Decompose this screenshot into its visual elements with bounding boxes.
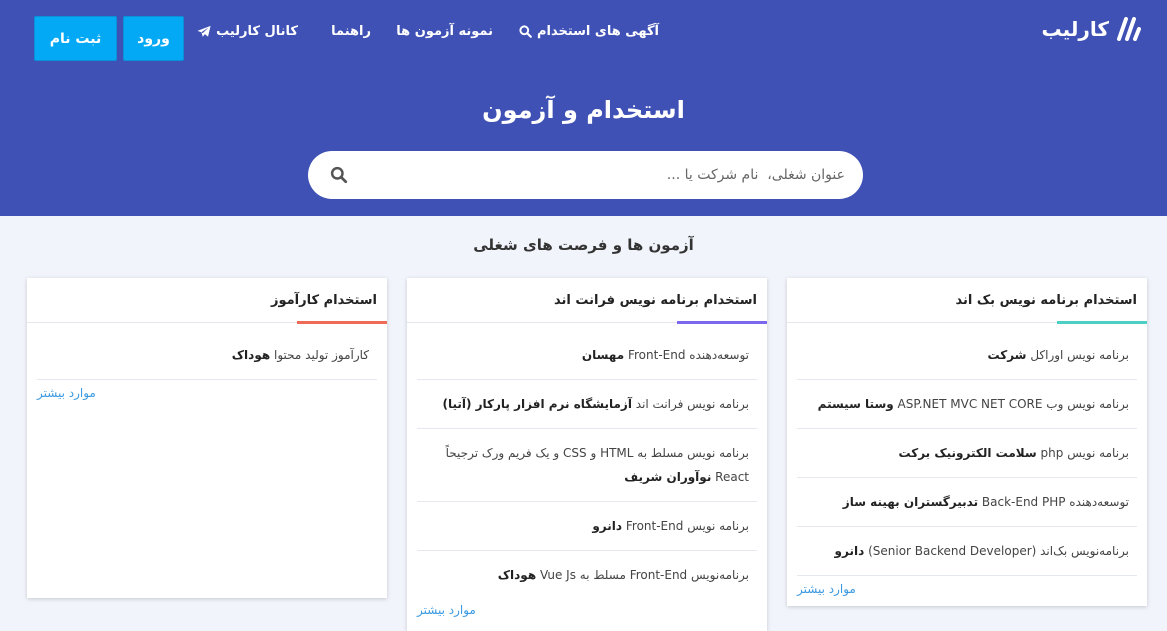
list-item[interactable]: توسعه‌دهنده Front-End مهسان bbox=[417, 331, 757, 380]
list-item[interactable]: برنامه نویس مسلط به HTML و CSS و یک فریم… bbox=[417, 429, 757, 502]
search-input[interactable] bbox=[375, 160, 845, 190]
section-title: آزمون ها و فرصت های شغلی bbox=[473, 236, 694, 254]
header-hero: کارلیب آگهی های استخدام نمونه آزمون ها ر… bbox=[0, 0, 1167, 216]
nav-job-ads[interactable]: آگهی های استخدام bbox=[519, 8, 659, 54]
job-role: برنامه نویس وب ASP.NET MVC NET CORE bbox=[897, 397, 1129, 411]
card-frontend-jobs: استخدام برنامه نویس فرانت اند توسعه‌دهند… bbox=[407, 278, 767, 631]
telegram-icon bbox=[197, 25, 211, 37]
job-company: آزمایشگاه نرم افزار پارکار (آتیا) bbox=[442, 397, 632, 411]
job-role: برنامه نویس Front-End bbox=[625, 519, 749, 533]
nav-guide[interactable]: راهنما bbox=[331, 8, 371, 54]
job-company: دانرو bbox=[592, 519, 623, 533]
card-footer: موارد بیشتر bbox=[407, 599, 767, 631]
nav-telegram-label: کانال کارلیب bbox=[216, 23, 298, 39]
login-button[interactable]: ورود bbox=[123, 16, 184, 61]
job-role: برنامه‌نویس Front-End مسلط به Vue Js bbox=[539, 568, 749, 582]
job-list: توسعه‌دهنده Front-End مهسان برنامه نویس … bbox=[407, 323, 767, 599]
card-title[interactable]: استخدام کارآموز bbox=[271, 293, 377, 308]
list-item[interactable]: برنامه نویس فرانت اند آزمایشگاه نرم افزا… bbox=[417, 380, 757, 429]
nav-job-ads-label: آگهی های استخدام bbox=[536, 23, 659, 39]
job-company: وستا سیستم bbox=[817, 397, 894, 411]
card-header: استخدام کارآموز bbox=[27, 278, 387, 324]
job-role: کارآموز تولید محتوا bbox=[274, 348, 369, 362]
card-accent-bar bbox=[1057, 321, 1147, 324]
job-role: توسعه‌دهنده Front-End bbox=[627, 348, 749, 362]
job-company: مهسان bbox=[581, 348, 625, 362]
nav-guide-label: راهنما bbox=[331, 23, 371, 39]
list-item[interactable]: برنامه‌نویس Front-End مسلط به Vue Js هود… bbox=[417, 551, 757, 599]
list-item[interactable]: کارآموز تولید محتوا هوداک bbox=[37, 331, 377, 380]
card-header: استخدام برنامه نویس بک اند bbox=[787, 278, 1147, 324]
job-role: توسعه‌دهنده Back-End PHP bbox=[981, 495, 1129, 509]
job-company: شرکت bbox=[987, 348, 1027, 362]
search-box bbox=[308, 151, 863, 199]
job-role: برنامه‌نویس بک‌اند (Senior Backend Devel… bbox=[868, 544, 1129, 558]
job-company: هوداک bbox=[231, 348, 271, 362]
job-company: هوداک bbox=[497, 568, 537, 582]
register-button[interactable]: ثبت نام bbox=[34, 16, 117, 61]
job-company: تدبیرگستران بهینه ساز bbox=[842, 495, 979, 509]
card-intern-jobs: استخدام کارآموز کارآموز تولید محتوا هودا… bbox=[27, 278, 387, 598]
list-item[interactable]: برنامه نویس وب ASP.NET MVC NET CORE وستا… bbox=[797, 380, 1137, 429]
list-item[interactable]: برنامه نویس Front-End دانرو bbox=[417, 502, 757, 551]
job-role: برنامه نویس اوراکل bbox=[1030, 348, 1129, 362]
nav-telegram-channel[interactable]: کانال کارلیب bbox=[197, 8, 298, 54]
more-link[interactable]: موارد بیشتر bbox=[37, 386, 96, 400]
card-backend-jobs: استخدام برنامه نویس بک اند برنامه نویس ا… bbox=[787, 278, 1147, 606]
card-title[interactable]: استخدام برنامه نویس بک اند bbox=[955, 293, 1137, 308]
job-role: برنامه نویس فرانت اند bbox=[635, 397, 749, 411]
card-footer: موارد بیشتر bbox=[787, 576, 1147, 606]
search-button-icon[interactable] bbox=[330, 166, 348, 184]
job-company: سلامت الکترونیک برکت bbox=[898, 446, 1037, 460]
list-item[interactable]: توسعه‌دهنده Back-End PHP تدبیرگستران بهی… bbox=[797, 478, 1137, 527]
nav-sample-exams[interactable]: نمونه آزمون ها bbox=[396, 8, 493, 54]
list-item[interactable]: برنامه نویس php سلامت الکترونیک برکت bbox=[797, 429, 1137, 478]
card-title[interactable]: استخدام برنامه نویس فرانت اند bbox=[554, 293, 757, 308]
nav-sample-exams-label: نمونه آزمون ها bbox=[396, 23, 493, 39]
list-item[interactable]: برنامه نویس اوراکل شرکت bbox=[797, 331, 1137, 380]
main-nav: آگهی های استخدام نمونه آزمون ها راهنما ک… bbox=[0, 8, 1167, 61]
card-accent-bar bbox=[677, 321, 767, 324]
job-company: دانرو bbox=[834, 544, 865, 558]
card-header: استخدام برنامه نویس فرانت اند bbox=[407, 278, 767, 324]
list-item[interactable]: برنامه‌نویس بک‌اند (Senior Backend Devel… bbox=[797, 527, 1137, 576]
job-list: برنامه نویس اوراکل شرکت برنامه نویس وب A… bbox=[787, 323, 1147, 576]
job-company: نوآوران شریف bbox=[624, 470, 712, 484]
search-icon bbox=[519, 24, 532, 38]
job-role: برنامه نویس php bbox=[1040, 446, 1129, 460]
card-accent-bar bbox=[297, 321, 387, 324]
job-list: کارآموز تولید محتوا هوداک bbox=[27, 323, 387, 380]
more-link[interactable]: موارد بیشتر bbox=[417, 603, 476, 617]
hero-title: استخدام و آزمون bbox=[482, 96, 685, 124]
more-link[interactable]: موارد بیشتر bbox=[797, 582, 856, 596]
card-footer: موارد بیشتر bbox=[27, 380, 387, 410]
